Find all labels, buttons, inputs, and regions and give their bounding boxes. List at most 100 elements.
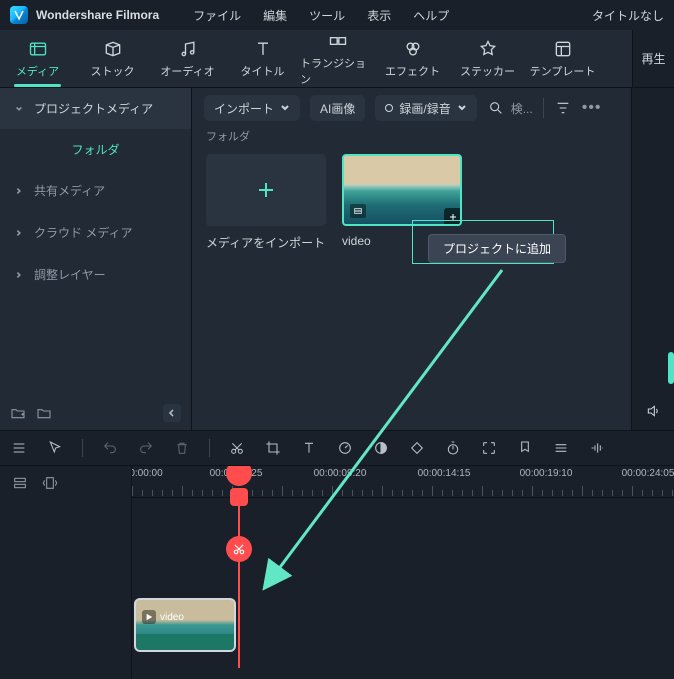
new-folder-icon[interactable] (10, 405, 26, 421)
tab-transition[interactable]: トランジション (300, 30, 375, 87)
expand-icon[interactable] (480, 439, 498, 457)
timeline-main[interactable]: 0:00:00 00:00:04:25 00:00:09:20 00:00:14… (132, 466, 674, 679)
preview-rail (632, 88, 674, 430)
search-icon (487, 99, 505, 117)
collapse-sidebar-button[interactable] (163, 404, 181, 422)
ruler-tick: 00:00:24:05 (622, 468, 674, 479)
import-dropdown[interactable]: インポート (204, 95, 300, 121)
timeline-clip[interactable]: video (134, 598, 236, 652)
delete-icon[interactable] (173, 439, 191, 457)
tab-template[interactable]: テンプレート (525, 30, 600, 87)
folder-icon[interactable] (36, 405, 52, 421)
sidebar-item-cloud-media[interactable]: クラウド メディア (0, 212, 191, 254)
ruler-tick: 00:00:19:10 (520, 468, 573, 479)
video-thumb[interactable] (342, 154, 462, 226)
ruler-tick: 00:00:09:20 (314, 468, 367, 479)
track-icon[interactable] (552, 439, 570, 457)
sidebar-item-folder[interactable]: フォルダ (0, 130, 191, 170)
divider (82, 439, 83, 457)
menu-tools[interactable]: ツール (309, 7, 345, 24)
app-title: Wondershare Filmora (36, 8, 159, 22)
add-to-timeline-button[interactable] (444, 208, 462, 226)
record-dropdown[interactable]: 録画/録音 (375, 95, 476, 121)
sidebar-bottom (0, 396, 191, 430)
audio-track-icon[interactable] (588, 439, 606, 457)
tab-stock[interactable]: ストック (75, 30, 150, 87)
chevron-down-icon (280, 103, 290, 113)
cut-icon[interactable] (228, 439, 246, 457)
track-area[interactable]: video 1 (132, 498, 674, 668)
media-toolbar: インポート AI画像 録画/録音 検... ••• (192, 88, 631, 128)
search-input[interactable]: 検... (487, 99, 533, 117)
speaker-icon[interactable] (644, 402, 662, 420)
right-side-label: 再生 (632, 30, 674, 87)
marker-icon[interactable] (516, 439, 534, 457)
timeline-left-panel (0, 466, 132, 679)
sidebar-item-project-media[interactable]: プロジェクトメディア (0, 88, 191, 130)
speed-icon[interactable] (336, 439, 354, 457)
text-icon[interactable] (300, 439, 318, 457)
import-thumb[interactable] (206, 154, 326, 226)
media-icon (28, 39, 48, 59)
import-card[interactable]: メディアをインポート (206, 154, 326, 251)
chevron-right-icon (14, 270, 24, 280)
menu-help[interactable]: ヘルプ (413, 7, 449, 24)
sticker-icon (478, 39, 498, 59)
chevron-down-icon (457, 103, 467, 113)
rail-accent (668, 352, 674, 384)
menu-edit[interactable]: 編集 (263, 7, 287, 24)
tab-label: ステッカー (460, 63, 515, 79)
undo-icon[interactable] (101, 439, 119, 457)
sidebar-item-adjustment-layer[interactable]: 調整レイヤー (0, 254, 191, 296)
timeline-layers-icon[interactable] (12, 475, 28, 491)
playhead-cut-button[interactable] (226, 536, 252, 562)
import-label: メディアをインポート (206, 234, 326, 251)
clip-label: video (160, 612, 184, 623)
tab-label: タイトル (241, 63, 285, 79)
menu-view[interactable]: 表示 (367, 7, 391, 24)
document-title: タイトルなし (592, 7, 664, 24)
ruler-tick: 00:00:14:15 (418, 468, 471, 479)
main-menu: ファイル 編集 ツール 表示 ヘルプ (193, 7, 449, 24)
sidebar-item-label: クラウド メディア (34, 224, 133, 241)
tab-title[interactable]: タイトル (225, 30, 300, 87)
sidebar-item-label: フォルダ (71, 141, 119, 158)
more-icon[interactable]: ••• (582, 99, 602, 117)
timeline-expand-icon[interactable] (42, 475, 58, 491)
ai-image-button[interactable]: AI画像 (310, 95, 365, 121)
ruler-tick: 0:00:00 (132, 468, 163, 479)
tab-media[interactable]: メディア (0, 30, 75, 87)
stopwatch-icon[interactable] (444, 439, 462, 457)
tab-label: エフェクト (385, 63, 440, 79)
audio-icon (178, 39, 198, 59)
timeline-ruler[interactable]: 0:00:00 00:00:04:25 00:00:09:20 00:00:14… (132, 466, 674, 498)
tab-effect[interactable]: エフェクト (375, 30, 450, 87)
sidebar-item-shared-media[interactable]: 共有メディア (0, 170, 191, 212)
tab-label: メディア (16, 63, 59, 79)
menu-icon[interactable] (10, 439, 28, 457)
timeline: 0:00:00 00:00:04:25 00:00:09:20 00:00:14… (0, 466, 674, 679)
filter-icon[interactable] (554, 99, 572, 117)
keyframe-icon[interactable] (408, 439, 426, 457)
divider (209, 439, 210, 457)
menu-file[interactable]: ファイル (193, 7, 241, 24)
pointer-icon[interactable] (46, 439, 64, 457)
playhead[interactable] (238, 498, 240, 668)
tab-sticker[interactable]: ステッカー (450, 30, 525, 87)
sidebar-item-label: 調整レイヤー (34, 266, 106, 283)
chevron-right-icon (14, 186, 24, 196)
import-label: インポート (214, 100, 274, 117)
tab-audio[interactable]: オーディオ (150, 30, 225, 87)
playhead-knob[interactable] (230, 488, 248, 506)
color-icon[interactable] (372, 439, 390, 457)
divider (543, 98, 544, 118)
tab-label: オーディオ (160, 63, 214, 79)
crop-icon[interactable] (264, 439, 282, 457)
main-area: プロジェクトメディア フォルダ 共有メディア クラウド メディア 調整レイヤー (0, 88, 674, 430)
play-icon (142, 610, 156, 624)
tab-label: トランジション (300, 55, 375, 87)
template-icon (553, 39, 573, 59)
app-logo-icon (10, 6, 28, 24)
redo-icon[interactable] (137, 439, 155, 457)
clip-audio (136, 634, 234, 650)
